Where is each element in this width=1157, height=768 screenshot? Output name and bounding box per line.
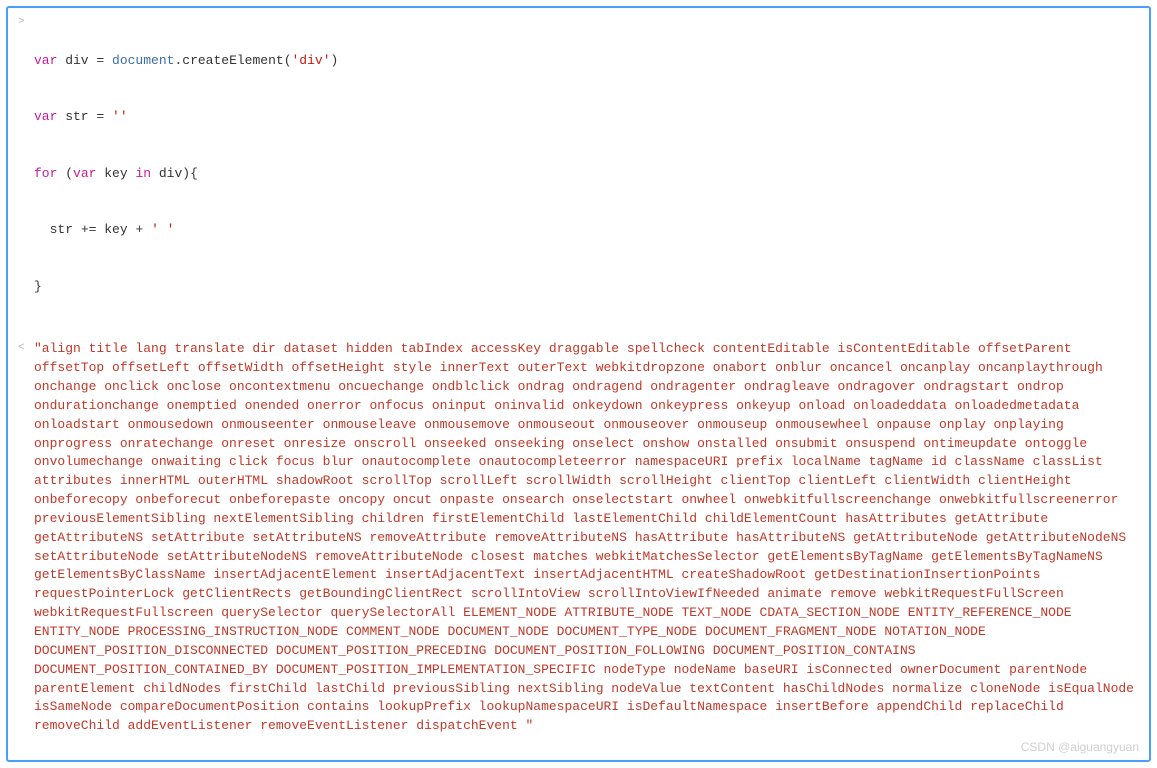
operator-plus: + <box>135 222 151 237</box>
identifier-str: str <box>57 109 96 124</box>
input-prompt-icon: > <box>18 14 34 31</box>
identifier-div: div <box>151 166 182 181</box>
indent <box>34 222 50 237</box>
brace-close: } <box>34 279 42 294</box>
keyword-var: var <box>34 109 57 124</box>
operator-pluseq: += <box>81 222 104 237</box>
paren-open: ( <box>284 53 292 68</box>
operator-equals: = <box>96 109 112 124</box>
console-input-code[interactable]: var div = document.createElement('div') … <box>34 14 1139 334</box>
watermark-text: CSDN @aiguangyuan <box>1021 739 1139 756</box>
string-div: 'div' <box>292 53 331 68</box>
code-line-5: } <box>34 278 1139 297</box>
code-line-4: str += key + ' ' <box>34 221 1139 240</box>
console-panel: > var div = document.createElement('div'… <box>6 6 1151 762</box>
console-output-text[interactable]: "align title lang translate dir dataset … <box>34 340 1139 736</box>
identifier-div: div <box>57 53 96 68</box>
identifier-key: key <box>96 166 135 181</box>
string-empty: '' <box>112 109 128 124</box>
brace-open: { <box>190 166 198 181</box>
operator-equals: = <box>96 53 112 68</box>
keyword-var: var <box>34 53 57 68</box>
paren-close: ) <box>331 53 339 68</box>
keyword-for: for <box>34 166 57 181</box>
output-result-icon: < <box>18 340 34 357</box>
paren-open: ( <box>65 166 73 181</box>
code-line-2: var str = '' <box>34 108 1139 127</box>
keyword-in: in <box>135 166 151 181</box>
code-line-3: for (var key in div){ <box>34 165 1139 184</box>
object-document: document <box>112 53 174 68</box>
console-input-row[interactable]: > var div = document.createElement('div'… <box>18 14 1139 334</box>
paren-close: ) <box>182 166 190 181</box>
string-space: ' ' <box>151 222 174 237</box>
code-line-1: var div = document.createElement('div') <box>34 52 1139 71</box>
identifier-key: key <box>104 222 135 237</box>
identifier-str: str <box>50 222 81 237</box>
method-createElement: createElement <box>182 53 283 68</box>
keyword-var: var <box>73 166 96 181</box>
console-output-row: < "align title lang translate dir datase… <box>18 340 1139 736</box>
